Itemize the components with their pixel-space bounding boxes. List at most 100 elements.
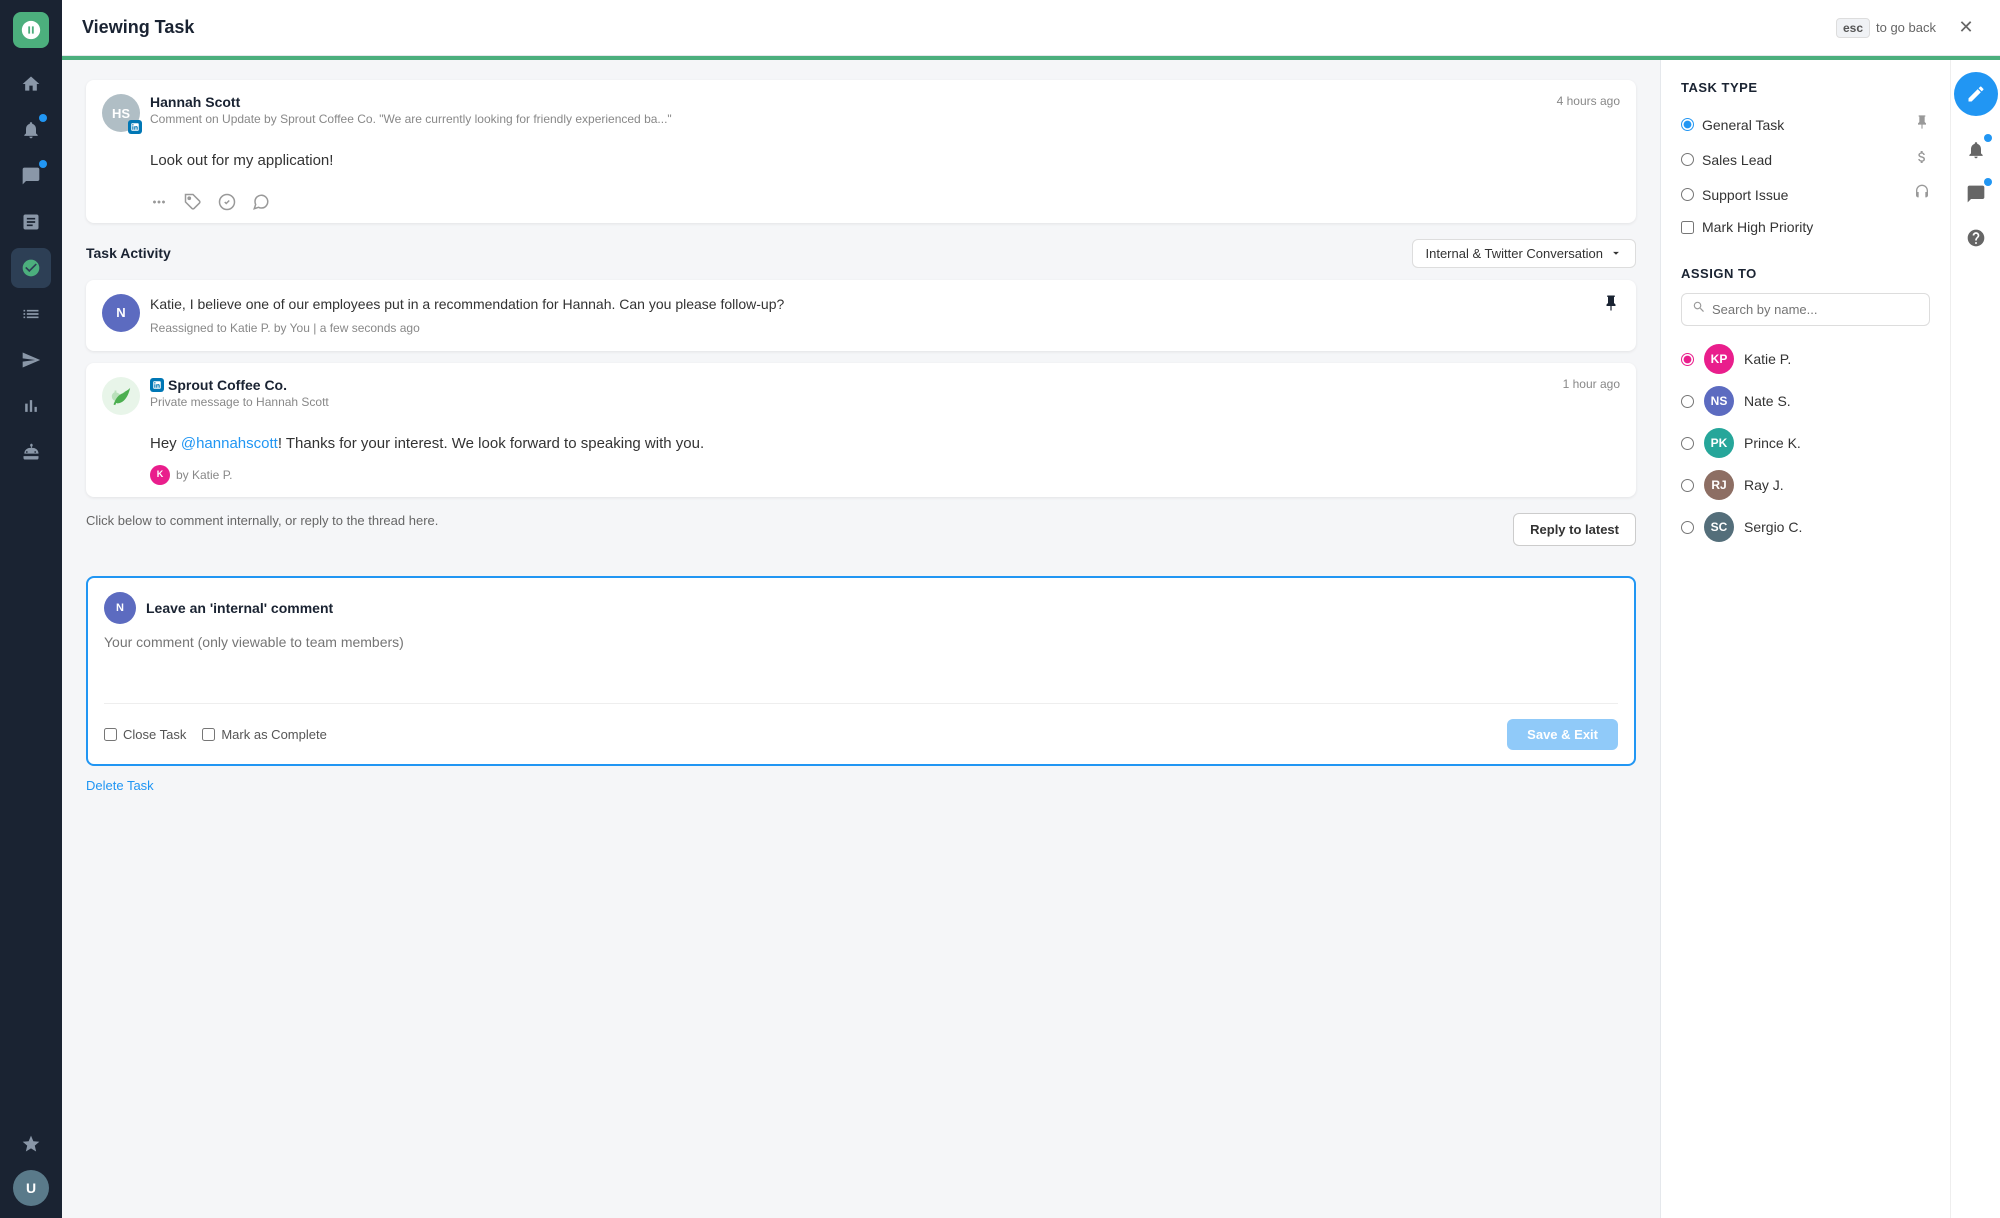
assignee-nate[interactable]: NS Nate S. [1681,380,1930,422]
mark-complete-checkbox[interactable]: Mark as Complete [202,727,326,742]
esc-hint: esc to go back [1836,18,1936,38]
task-type-section: Task Type General Task Sales Lead [1681,80,1930,242]
assignee-nate-radio[interactable] [1681,395,1694,408]
notifications-badge [39,114,47,122]
message-meta: Hannah Scott Comment on Update by Sprout… [150,94,1547,126]
delete-task-link[interactable]: Delete Task [86,778,154,793]
note-author-avatar: N [102,294,140,332]
prince-avatar: PK [1704,428,1734,458]
katie-mini-avatar: K [150,465,170,485]
task-type-title: Task Type [1681,80,1930,95]
sprout-sub: Private message to Hannah Scott [150,395,1553,409]
compose-button[interactable] [1954,72,1998,116]
assignee-search-box[interactable] [1681,293,1930,326]
task-type-sales-radio[interactable] [1681,153,1694,166]
message-body: Look out for my application! [86,140,1636,185]
sidebar-item-home[interactable] [11,64,51,104]
reply-hint: Click below to comment internally, or re… [86,513,1636,528]
task-type-sales-label: Sales Lead [1702,152,1914,168]
message-header: HS Hannah Scott Comment on Update by Spr… [86,80,1636,140]
assignee-ray[interactable]: RJ Ray J. [1681,464,1930,506]
tag-icon[interactable] [184,193,202,211]
assignee-prince[interactable]: PK Prince K. [1681,422,1930,464]
sidebar-item-notifications[interactable] [11,110,51,150]
sidebar-item-list[interactable] [11,294,51,334]
sprout-text: Hey @hannahscott! Thanks for your intere… [150,435,704,452]
comment-footer: Close Task Mark as Complete Save & Exit [104,719,1618,750]
sidebar-item-messages[interactable] [11,156,51,196]
task-panel: HS Hannah Scott Comment on Update by Spr… [62,60,1660,1218]
sprout-meta: Sprout Coffee Co. Private message to Han… [150,377,1553,409]
internal-note-card: N Katie, I believe one of our employees … [86,280,1636,351]
main-content: Viewing Task esc to go back ✕ HS [62,0,2000,1218]
close-task-input[interactable] [104,728,117,741]
close-task-label: Close Task [123,727,186,742]
topbar: Viewing Task esc to go back ✕ [62,0,2000,56]
katie-name: Katie P. [1744,351,1791,367]
message-time: 4 hours ago [1557,94,1620,108]
sidebar-item-analytics[interactable] [11,386,51,426]
page-title: Viewing Task [82,17,1836,38]
high-priority-checkbox[interactable] [1681,221,1694,234]
right-notifications-icon[interactable] [1958,132,1994,168]
sidebar-item-tasks[interactable] [11,248,51,288]
comment-box-title: Leave an 'internal' comment [146,600,333,616]
linkedin-badge [128,120,142,134]
mark-complete-label: Mark as Complete [221,727,326,742]
app-logo[interactable] [13,12,49,48]
mark-complete-input[interactable] [202,728,215,741]
task-type-sales[interactable]: Sales Lead [1681,142,1930,177]
more-icon[interactable] [150,193,168,211]
sprout-body: Hey @hannahscott! Thanks for your intere… [86,423,1636,498]
search-icon [1692,300,1706,319]
close-button[interactable]: ✕ [1952,14,1980,42]
right-panel: Task Type General Task Sales Lead [1660,60,1950,1218]
task-type-general[interactable]: General Task [1681,107,1930,142]
assignee-sergio[interactable]: SC Sergio C. [1681,506,1930,548]
pin-task-icon [1914,114,1930,135]
reply-to-latest-button[interactable]: Reply to latest [1513,513,1636,546]
sidebar-item-star[interactable] [11,1124,51,1164]
save-exit-button[interactable]: Save & Exit [1507,719,1618,750]
reply-icon[interactable] [252,193,270,211]
task-type-support[interactable]: Support Issue [1681,177,1930,212]
assignee-search-input[interactable] [1712,302,1919,317]
task-type-general-radio[interactable] [1681,118,1694,131]
sidebar-item-bot[interactable] [11,432,51,472]
activity-filter[interactable]: Internal & Twitter Conversation [1412,239,1636,268]
user-avatar[interactable]: U [13,1170,49,1206]
commenter-avatar: N [104,592,136,624]
assignee-prince-radio[interactable] [1681,437,1694,450]
pin-icon[interactable] [1602,294,1620,317]
activity-title: Task Activity [86,245,171,261]
sprout-time: 1 hour ago [1563,377,1620,391]
right-chat-icon[interactable] [1958,176,1994,212]
assignee-sergio-radio[interactable] [1681,521,1694,534]
close-task-checkbox[interactable]: Close Task [104,727,186,742]
assignee-katie-radio[interactable] [1681,353,1694,366]
high-priority-item[interactable]: Mark High Priority [1681,212,1930,242]
assign-to-title: Assign To [1681,266,1930,281]
nate-avatar: NS [1704,386,1734,416]
internal-note-header: N Katie, I believe one of our employees … [102,294,1620,337]
right-help-icon[interactable] [1958,220,1994,256]
assignee-katie[interactable]: KP Katie P. [1681,338,1930,380]
sidebar-item-send[interactable] [11,340,51,380]
assignee-ray-radio[interactable] [1681,479,1694,492]
ray-avatar: RJ [1704,470,1734,500]
sidebar-item-inbox[interactable] [11,202,51,242]
sent-by-label: by Katie P. [176,466,232,484]
sergio-avatar: SC [1704,512,1734,542]
task-type-support-radio[interactable] [1681,188,1694,201]
go-back-text: to go back [1876,20,1936,35]
comment-textarea[interactable] [104,634,1618,704]
reply-section: Reply to latest Click below to comment i… [86,513,1636,528]
ray-name: Ray J. [1744,477,1784,493]
sprout-avatar [102,377,140,415]
esc-badge: esc [1836,18,1870,38]
complete-icon[interactable] [218,193,236,211]
sidebar: U [0,0,62,1218]
chevron-down-icon [1609,246,1623,260]
activity-header: Task Activity Internal & Twitter Convers… [86,239,1636,268]
note-body: Katie, I believe one of our employees pu… [150,294,1592,315]
